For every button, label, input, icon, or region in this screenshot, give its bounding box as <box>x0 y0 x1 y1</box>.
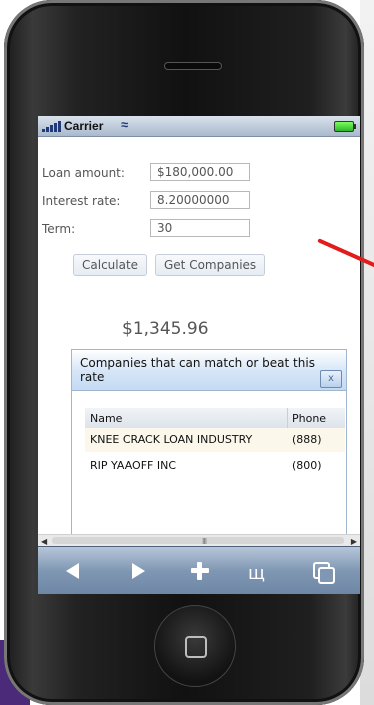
phone-screen: Carrier ≈ Loan amount: Interest rate: Te… <box>38 116 360 594</box>
get-companies-button[interactable]: Get Companies <box>155 254 266 276</box>
table-row[interactable]: KNEE CRACK LOAN INDUSTRY (888) <box>85 428 345 452</box>
phone-frame: Carrier ≈ Loan amount: Interest rate: Te… <box>4 0 364 705</box>
scroll-right-icon[interactable]: ▶ <box>351 537 357 546</box>
speaker-grill <box>164 62 222 70</box>
signal-icon <box>42 121 64 132</box>
carrier-name: Carrier <box>64 119 104 133</box>
dialog-title: Companies that can match or beat this ra… <box>80 356 315 384</box>
interest-rate-input[interactable] <box>150 191 250 209</box>
monthly-payment: $1,345.96 <box>122 319 209 339</box>
table-row[interactable]: RIP YAAOFF INC (800) <box>85 454 345 478</box>
column-header-name[interactable]: Name <box>90 412 122 425</box>
pages-icon[interactable] <box>310 559 335 584</box>
interest-rate-label: Interest rate: <box>42 194 121 208</box>
plus-icon[interactable] <box>188 559 212 583</box>
scrollbar-grip: III <box>202 537 207 546</box>
scroll-left-icon[interactable]: ◀ <box>41 537 47 546</box>
status-bar: Carrier ≈ <box>38 116 360 137</box>
book-icon[interactable]: щ <box>248 559 272 584</box>
table-header: Name Phone <box>85 408 345 429</box>
company-phone-cell: (800) <box>292 459 322 472</box>
term-label: Term: <box>42 222 76 236</box>
companies-table: Name Phone KNEE CRACK LOAN INDUSTRY (888… <box>85 408 345 488</box>
company-name-cell: RIP YAAOFF INC <box>90 459 177 472</box>
browser-toolbar: щ <box>38 546 360 594</box>
back-arrow-icon[interactable] <box>62 559 86 583</box>
company-phone-cell: (888) <box>292 433 322 446</box>
loan-amount-label: Loan amount: <box>42 166 125 180</box>
wifi-icon: ≈ <box>121 117 129 132</box>
scrollbar-thumb[interactable]: III <box>52 537 344 546</box>
column-header-phone[interactable]: Phone <box>292 412 326 425</box>
calculate-button[interactable]: Calculate <box>73 254 148 276</box>
battery-icon <box>334 121 356 132</box>
loan-amount-input[interactable] <box>150 163 250 181</box>
home-button[interactable] <box>154 605 236 687</box>
company-name-cell: KNEE CRACK LOAN INDUSTRY <box>90 433 253 446</box>
home-square-icon <box>185 636 207 658</box>
forward-arrow-icon[interactable] <box>126 559 150 583</box>
close-button[interactable]: x <box>320 370 342 388</box>
dialog-header[interactable]: Companies that can match or beat this ra… <box>72 350 346 391</box>
term-input[interactable] <box>150 219 250 237</box>
